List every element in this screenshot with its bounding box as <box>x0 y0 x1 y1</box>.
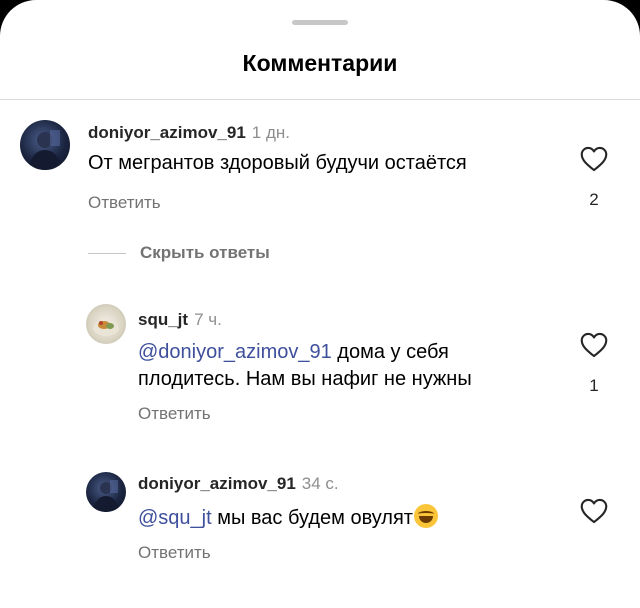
comment-text-part: плодитесь. Нам вы нафиг не нужны <box>138 368 472 390</box>
heart-icon[interactable] <box>580 498 608 524</box>
comments-sheet: Комментарии doniyor_azimov_91 1 дн. От ме… <box>0 0 640 608</box>
heart-icon[interactable] <box>580 332 608 358</box>
username-text[interactable]: doniyor_azimov_91 <box>88 123 246 142</box>
thread-line <box>88 253 126 254</box>
laughing-emoji-icon <box>413 504 438 528</box>
comment-username[interactable]: squ_jt 7 ч. <box>138 310 222 330</box>
sheet-grabber[interactable] <box>292 20 348 25</box>
reply-button[interactable]: Ответить <box>88 193 161 213</box>
username-text[interactable]: squ_jt <box>138 310 188 329</box>
avatar[interactable] <box>86 304 126 344</box>
mention-link[interactable]: @doniyor_azimov_91 <box>138 341 332 363</box>
comment-text: @doniyor_azimov_91 дома у себя плодитесь… <box>138 339 558 393</box>
hide-replies-button[interactable]: Скрыть ответы <box>140 243 270 263</box>
comment-text-part: мы вас будем овулят <box>211 507 413 529</box>
like-count: 2 <box>589 190 599 209</box>
sheet-title: Комментарии <box>242 50 398 76</box>
mention-link[interactable]: @squ_jt <box>138 507 212 529</box>
username-text[interactable]: doniyor_azimov_91 <box>138 474 296 493</box>
comment-username[interactable]: doniyor_azimov_91 1 дн. <box>88 123 290 143</box>
comment-time: 1 дн. <box>251 123 290 142</box>
comment-text: @squ_jt мы вас будем овулят <box>138 504 558 532</box>
comment-time: 34 с. <box>301 474 339 493</box>
comment-time: 7 ч. <box>194 310 222 329</box>
avatar[interactable] <box>86 472 126 512</box>
header-divider <box>0 99 640 100</box>
reply-button[interactable]: Ответить <box>138 404 211 424</box>
comment-text: От мегрантов здоровый будучи остаётся <box>88 152 467 174</box>
comment-text-part: дома у себя <box>331 341 449 363</box>
like-count: 1 <box>589 376 599 395</box>
reply-button[interactable]: Ответить <box>138 543 211 563</box>
heart-icon[interactable] <box>580 146 608 172</box>
avatar[interactable] <box>20 120 70 170</box>
comment-username[interactable]: doniyor_azimov_91 34 с. <box>138 474 339 494</box>
